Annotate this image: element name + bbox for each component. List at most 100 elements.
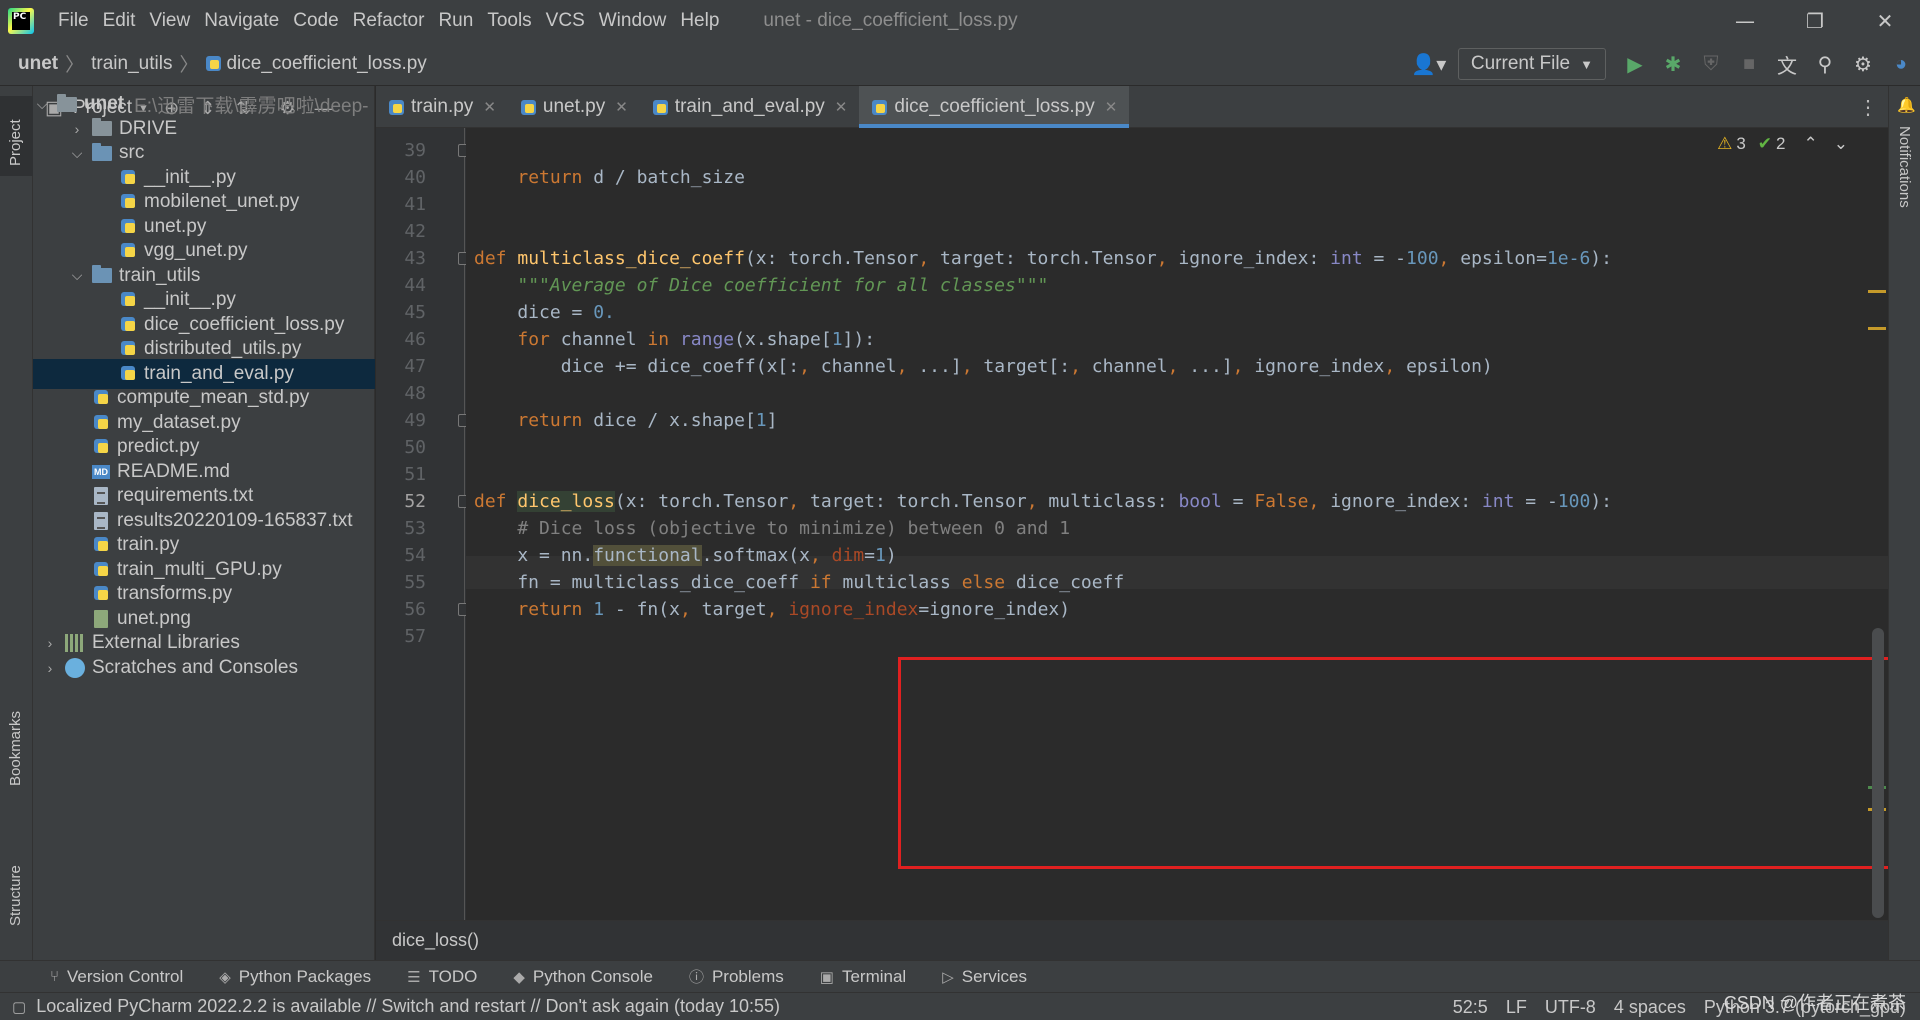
gutter-divider bbox=[464, 128, 465, 920]
python-file-icon bbox=[92, 535, 110, 555]
problems-tool[interactable]: ⓘ Problems bbox=[689, 966, 784, 987]
chevron-right-icon[interactable]: › bbox=[68, 121, 86, 137]
menu-help[interactable]: Help bbox=[680, 10, 719, 32]
menu-run[interactable]: Run bbox=[438, 10, 473, 32]
menu-window[interactable]: Window bbox=[599, 10, 667, 32]
left-tool-stripe: Project Bookmarks Structure bbox=[0, 86, 33, 960]
crumb-project[interactable]: unet bbox=[18, 53, 58, 75]
code-breadcrumb-label: dice_loss() bbox=[392, 930, 480, 950]
minimize-button[interactable]: — bbox=[1710, 0, 1780, 42]
tree-item-label: distributed_utils.py bbox=[144, 338, 302, 359]
chevron-down-icon[interactable]: ⌵ bbox=[33, 96, 51, 113]
python-file-icon bbox=[92, 560, 110, 580]
list-icon: ☰ bbox=[407, 968, 421, 986]
menu-file[interactable]: File bbox=[58, 10, 89, 32]
chevron-right-icon[interactable]: › bbox=[41, 660, 59, 676]
line-number: 47 bbox=[404, 356, 426, 377]
text-file-icon bbox=[92, 511, 110, 531]
todo-tool[interactable]: ☰ TODO bbox=[407, 967, 477, 987]
services-tool[interactable]: ▷ Services bbox=[942, 967, 1027, 987]
tool-label: TODO bbox=[428, 966, 478, 986]
plugin-icon[interactable]: ◕ bbox=[1882, 42, 1920, 86]
python-file-icon bbox=[205, 55, 222, 72]
terminal-tool[interactable]: ▣ Terminal bbox=[820, 967, 906, 987]
version-control-tool[interactable]: ⑂ Version Control bbox=[50, 967, 183, 987]
file-encoding[interactable]: UTF-8 bbox=[1545, 997, 1596, 1018]
bookmarks-tool-tab[interactable]: Bookmarks bbox=[0, 686, 33, 796]
translate-icon[interactable]: 文 bbox=[1768, 42, 1806, 86]
line-separator[interactable]: LF bbox=[1506, 997, 1527, 1018]
close-icon[interactable]: ✕ bbox=[835, 98, 848, 116]
tab-dice-coefficient-loss-py[interactable]: dice_coefficient_loss.py ✕ bbox=[859, 86, 1130, 128]
tree-item-label: train_utils bbox=[119, 264, 201, 286]
tree-item-label: dice_coefficient_loss.py bbox=[144, 313, 345, 335]
stop-icon[interactable]: ■ bbox=[1730, 42, 1768, 86]
chevron-right-icon[interactable]: › bbox=[41, 635, 59, 651]
chevron-down-icon[interactable]: ⌵ bbox=[68, 267, 86, 284]
chevron-right-icon: 〉 bbox=[65, 55, 85, 76]
code-editor[interactable]: return d / batch_size def multiclass_dic… bbox=[466, 128, 1920, 920]
tab-label: train_and_eval.py bbox=[674, 96, 825, 117]
run-icon[interactable]: ▶ bbox=[1616, 42, 1654, 86]
notifications-tool-tab[interactable]: Notifications bbox=[1893, 126, 1920, 246]
restore-button[interactable]: ❐ bbox=[1780, 0, 1850, 42]
vertical-scrollbar[interactable] bbox=[1872, 628, 1884, 918]
warning-marker[interactable] bbox=[1868, 290, 1886, 293]
close-icon[interactable]: ✕ bbox=[615, 98, 628, 116]
menu-navigate[interactable]: Navigate bbox=[204, 10, 279, 32]
menu-code[interactable]: Code bbox=[293, 10, 338, 32]
python-file-icon bbox=[119, 241, 137, 261]
bell-icon[interactable]: 🔔 bbox=[1897, 96, 1916, 114]
chevron-up-icon[interactable]: ⌃ bbox=[1804, 134, 1818, 154]
search-icon[interactable]: ⚲ bbox=[1806, 42, 1844, 86]
branch-icon: ⑂ bbox=[50, 968, 60, 985]
menu-view[interactable]: View bbox=[149, 10, 190, 32]
close-icon[interactable]: ✕ bbox=[483, 98, 496, 116]
coverage-icon[interactable]: ⛨ bbox=[1692, 42, 1730, 86]
python-file-icon bbox=[92, 584, 110, 604]
tree-item-label: src bbox=[119, 142, 145, 163]
warning-marker[interactable] bbox=[1868, 327, 1886, 330]
inspection-widget[interactable]: ⚠ 3 ✔ 2 ⌃ ⌄ bbox=[1717, 134, 1848, 154]
line-number: 56 bbox=[404, 599, 426, 620]
indent-setting[interactable]: 4 spaces bbox=[1614, 997, 1686, 1018]
more-options-icon[interactable]: ⋮ bbox=[1848, 86, 1888, 128]
tree-item-label: unet.png bbox=[117, 607, 191, 629]
status-message[interactable]: Localized PyCharm 2022.2.2 is available … bbox=[36, 996, 780, 1017]
debug-icon[interactable]: ✱ bbox=[1654, 42, 1692, 86]
line-number: 53 bbox=[404, 518, 426, 539]
code-line-43: def multiclass_dice_coeff(x: torch.Tenso… bbox=[474, 248, 1612, 269]
menu-edit[interactable]: Edit bbox=[103, 10, 136, 32]
chevron-down-icon[interactable]: ⌵ bbox=[68, 145, 86, 162]
crumb-file[interactable]: dice_coefficient_loss.py bbox=[226, 53, 426, 75]
python-file-icon bbox=[119, 168, 137, 188]
python-file-icon bbox=[652, 99, 669, 116]
close-window-button[interactable]: ✕ bbox=[1850, 0, 1920, 42]
tree-item-label: unet.py bbox=[144, 215, 207, 237]
gear-icon[interactable]: ⚙ bbox=[1844, 42, 1882, 86]
menu-tools[interactable]: Tools bbox=[487, 10, 531, 32]
tab-unet-py[interactable]: unet.py ✕ bbox=[508, 86, 640, 128]
menu-refactor[interactable]: Refactor bbox=[353, 10, 425, 32]
tab-train-and-eval-py[interactable]: train_and_eval.py ✕ bbox=[640, 86, 860, 128]
code-line-44: """Average of Dice coefficient for all c… bbox=[517, 275, 1049, 296]
markdown-file-icon bbox=[92, 462, 110, 482]
chevron-down-icon[interactable]: ⌄ bbox=[1834, 134, 1848, 154]
structure-tool-tab[interactable]: Structure bbox=[0, 836, 33, 946]
tree-item[interactable]: › Scratches and Consoles bbox=[33, 653, 375, 683]
python-packages-tool[interactable]: ◈ Python Packages bbox=[219, 967, 371, 987]
project-tool-tab[interactable]: Project bbox=[0, 96, 33, 176]
caret-position[interactable]: 52:5 bbox=[1453, 997, 1488, 1018]
python-icon: ◆ bbox=[513, 968, 525, 986]
run-config-select[interactable]: Current File ▼ bbox=[1457, 48, 1606, 80]
menu-vcs[interactable]: VCS bbox=[546, 10, 585, 32]
close-icon[interactable]: ✕ bbox=[1105, 98, 1118, 116]
chevron-down-icon: ▼ bbox=[1580, 56, 1593, 72]
crumb-folder[interactable]: train_utils bbox=[91, 53, 172, 75]
user-icon[interactable]: 👤▾ bbox=[1410, 42, 1448, 86]
line-number: 51 bbox=[404, 464, 426, 485]
weak-warning-count: 2 bbox=[1776, 134, 1786, 153]
code-breadcrumb[interactable]: dice_loss() bbox=[376, 920, 1888, 960]
tab-train-py[interactable]: train.py ✕ bbox=[376, 86, 508, 128]
python-console-tool[interactable]: ◆ Python Console bbox=[513, 967, 653, 987]
